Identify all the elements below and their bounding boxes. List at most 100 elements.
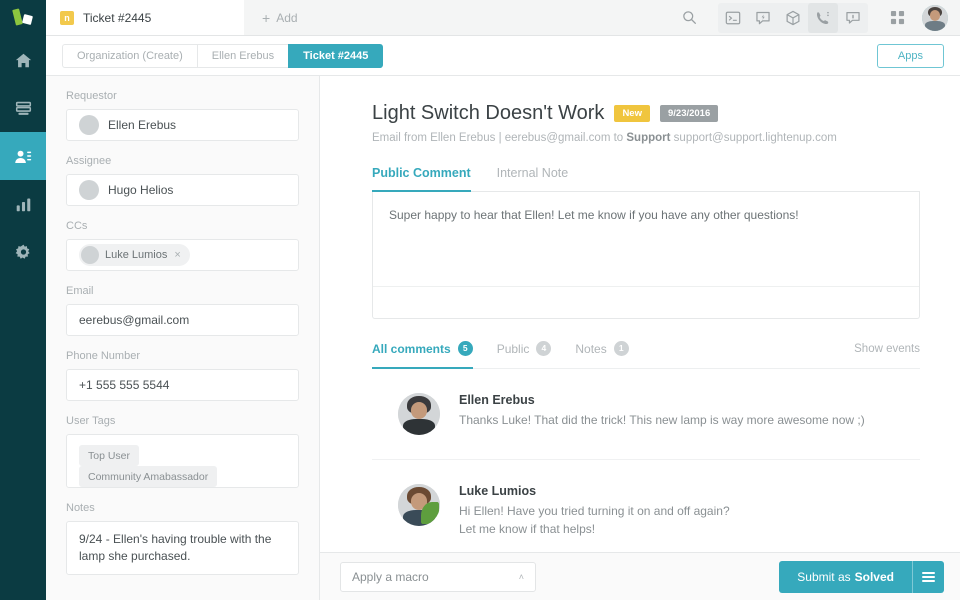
tab-public-count: 4 [536, 341, 551, 356]
requester-properties-panel: Requestor Ellen Erebus Assignee [46, 76, 320, 600]
add-tab-label: Add [276, 11, 297, 25]
requestor-avatar [79, 115, 99, 135]
comment-avatar-ellen [398, 393, 440, 435]
tab-notes[interactable]: Notes 1 [575, 341, 628, 369]
sidebar-item-reports[interactable] [0, 180, 46, 228]
search-icon[interactable] [674, 3, 704, 33]
ticket-sub-to-email: support@support.lightenup.com [674, 132, 837, 144]
composer-toolbar[interactable] [373, 286, 919, 318]
topbar-spacer [316, 0, 674, 35]
apply-macro-label: Apply a macro [352, 570, 429, 584]
breadcrumb: Organization (Create) Ellen Erebus Ticke… [46, 36, 960, 76]
phone-label: Phone Number [66, 350, 299, 362]
user-tag[interactable]: Community Amabassador [79, 466, 217, 487]
ticket-sub-divider: | [499, 132, 502, 144]
app-window: n Ticket #2445 + Add [0, 0, 960, 600]
sidebar-item-contacts[interactable] [0, 132, 46, 180]
terminal-icon[interactable] [718, 3, 748, 33]
assignee-value: Hugo Helios [108, 183, 173, 197]
field-notes: Notes 9/24 - Ellen's having trouble with… [66, 502, 299, 575]
list-item: Luke Lumios Hi Ellen! Have you tried tur… [372, 460, 920, 552]
ticket-sub-to-name: Support [626, 132, 670, 144]
cc-avatar [81, 246, 99, 264]
breadcrumb-item-ellen-erebus[interactable]: Ellen Erebus [197, 44, 288, 68]
tab-internal-note[interactable]: Internal Note [497, 166, 569, 192]
hamburger-icon [922, 570, 935, 584]
phone-field[interactable]: +1 555 555 5544 [66, 369, 299, 401]
user-tags-label: User Tags [66, 415, 299, 427]
grid-apps-icon[interactable] [882, 3, 912, 33]
notes-label: Notes [66, 502, 299, 514]
sidebar-item-home[interactable] [0, 36, 46, 84]
ticket-sub-prefix: Email from Ellen Erebus [372, 132, 495, 144]
tab-ticket-2445[interactable]: n Ticket #2445 [46, 0, 244, 35]
chat-icon[interactable] [838, 3, 868, 33]
lightenup-logo[interactable] [0, 0, 46, 36]
sidebar-item-knowledge-base[interactable] [0, 84, 46, 132]
breadcrumb-list: Organization (Create) Ellen Erebus Ticke… [62, 44, 383, 68]
email-field[interactable]: eerebus@gmail.com [66, 304, 299, 336]
reports-icon [15, 196, 32, 213]
comment-composer: Super happy to hear that Ellen! Let me k… [372, 192, 920, 319]
comment-author: Ellen Erebus [459, 393, 865, 407]
tab-public[interactable]: Public 4 [497, 341, 552, 369]
workspace-body: Requestor Ellen Erebus Assignee [46, 76, 960, 600]
rail-nav-list [0, 36, 46, 276]
field-email: Email eerebus@gmail.com [66, 285, 299, 336]
global-nav-rail [0, 0, 46, 600]
tab-notes-label: Notes [575, 342, 606, 356]
comment-avatar-luke [398, 484, 440, 526]
breadcrumb-item-ticket-2445[interactable]: Ticket #2445 [288, 44, 383, 68]
breadcrumb-item-organization[interactable]: Organization (Create) [62, 44, 197, 68]
chevron-up-icon: ˄ [519, 572, 524, 582]
plus-icon: + [262, 11, 270, 25]
ccs-input[interactable]: Luke Lumios × [66, 239, 299, 271]
settings-gear-icon [15, 244, 32, 261]
tab-status-badge: n [60, 11, 74, 25]
field-phone: Phone Number +1 555 555 5544 [66, 350, 299, 401]
field-user-tags: User Tags Top User Community Amabassador [66, 415, 299, 488]
user-tags-input[interactable]: Top User Community Amabassador [66, 434, 299, 488]
tab-all-comments-label: All comments [372, 342, 451, 356]
current-user-avatar[interactable] [922, 5, 948, 31]
assignee-input[interactable]: Hugo Helios [66, 174, 299, 206]
cc-remove-icon[interactable]: × [174, 249, 180, 261]
add-tab-button[interactable]: + Add [244, 0, 316, 35]
comment-text: Let me know if that helps! [459, 520, 730, 538]
comment-text: Thanks Luke! That did the trick! This ne… [459, 411, 865, 429]
user-tag[interactable]: Top User [79, 445, 139, 466]
ticket-scroll-area: Light Switch Doesn't Work New 9/23/2016 … [320, 76, 960, 552]
sidebar-item-settings[interactable] [0, 228, 46, 276]
show-events-toggle[interactable]: Show events [854, 343, 920, 366]
tab-public-comment[interactable]: Public Comment [372, 166, 471, 192]
submit-control-group: Submit as Solved [779, 561, 944, 593]
comment-text: Hi Ellen! Have you tried turning it on a… [459, 502, 730, 520]
apply-macro-select[interactable]: Apply a macro ˄ [340, 562, 536, 592]
cc-chip-luke-lumios[interactable]: Luke Lumios × [79, 244, 190, 266]
requestor-label: Requestor [66, 90, 299, 102]
home-icon [15, 52, 32, 69]
contacts-icon [14, 148, 32, 165]
cc-chip-label: Luke Lumios [105, 249, 167, 261]
apps-button[interactable]: Apps [877, 44, 944, 68]
date-badge: 9/23/2016 [660, 105, 718, 122]
page-title: Light Switch Doesn't Work [372, 102, 604, 125]
comment-body-wrap: Luke Lumios Hi Ellen! Have you tried tur… [459, 484, 730, 538]
list-item: Ellen Erebus Thanks Luke! That did the t… [372, 369, 920, 460]
submit-options-button[interactable] [912, 561, 944, 593]
channel-tool-group [718, 3, 868, 33]
phone-icon[interactable] [808, 3, 838, 33]
notes-textarea[interactable]: 9/24 - Ellen's having trouble with the l… [66, 521, 299, 575]
requestor-input[interactable]: Ellen Erebus [66, 109, 299, 141]
chat-bolt-icon[interactable] [748, 3, 778, 33]
ticket-footer-bar: Apply a macro ˄ Submit as Solved [320, 552, 960, 600]
assignee-avatar [79, 180, 99, 200]
comment-input[interactable]: Super happy to hear that Ellen! Let me k… [373, 192, 919, 286]
tab-all-comments[interactable]: All comments 5 [372, 341, 473, 369]
library-icon [15, 100, 32, 117]
tab-label: Ticket #2445 [83, 11, 151, 25]
ccs-label: CCs [66, 220, 299, 232]
comment-body-wrap: Ellen Erebus Thanks Luke! That did the t… [459, 393, 865, 435]
package-icon[interactable] [778, 3, 808, 33]
submit-button[interactable]: Submit as Solved [779, 561, 912, 593]
